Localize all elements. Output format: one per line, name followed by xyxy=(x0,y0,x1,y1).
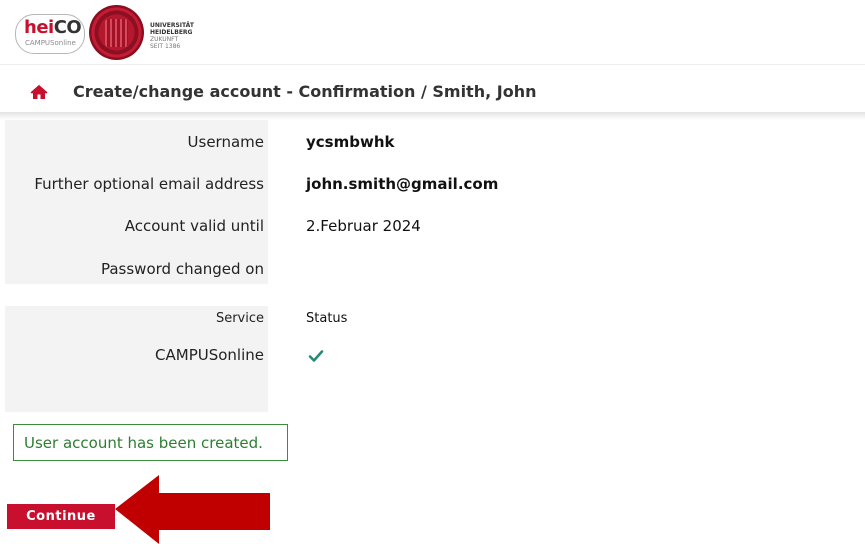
username-value: ycsmbwhk xyxy=(306,133,395,151)
university-line-3: ZUKUNFT xyxy=(150,36,179,43)
heico-logo-sub: CAMPUSonline xyxy=(25,39,76,47)
header-divider xyxy=(0,64,865,65)
red-arrow-annotation xyxy=(115,475,270,544)
service-campusonline: CAMPUSonline xyxy=(155,346,264,364)
valid-until-label: Account valid until xyxy=(124,217,264,235)
valid-until-value: 2.Februar 2024 xyxy=(306,217,421,235)
university-seal-logo xyxy=(89,5,144,60)
university-line-1: UNIVERSITÄT xyxy=(150,22,194,29)
title-bar-shadow xyxy=(0,112,865,120)
password-changed-label: Password changed on xyxy=(100,260,264,278)
header-bar: heiCO CAMPUSonline UNIVERSITÄT HEIDELBER… xyxy=(0,0,865,108)
university-name: UNIVERSITÄT HEIDELBERG ZUKUNFT SEIT 1386 xyxy=(150,22,194,50)
page-title: Create/change account - Confirmation / S… xyxy=(73,82,537,101)
status-header: Status xyxy=(306,311,348,326)
continue-button[interactable]: Continue xyxy=(7,504,115,529)
heico-logo-hei: hei xyxy=(24,17,54,38)
university-line-2: HEIDELBERG xyxy=(150,29,193,36)
email-label: Further optional email address xyxy=(34,175,264,193)
check-icon xyxy=(308,350,324,362)
service-header: Service xyxy=(215,311,264,326)
university-line-4: SEIT 1386 xyxy=(150,43,181,50)
heico-logo-co: CO xyxy=(53,17,82,38)
email-value: john.smith@gmail.com xyxy=(306,175,499,193)
username-label: Username xyxy=(187,133,264,151)
heico-logo[interactable]: heiCO CAMPUSonline xyxy=(15,14,85,54)
success-message: User account has been created. xyxy=(13,424,288,461)
home-icon[interactable] xyxy=(30,84,48,100)
